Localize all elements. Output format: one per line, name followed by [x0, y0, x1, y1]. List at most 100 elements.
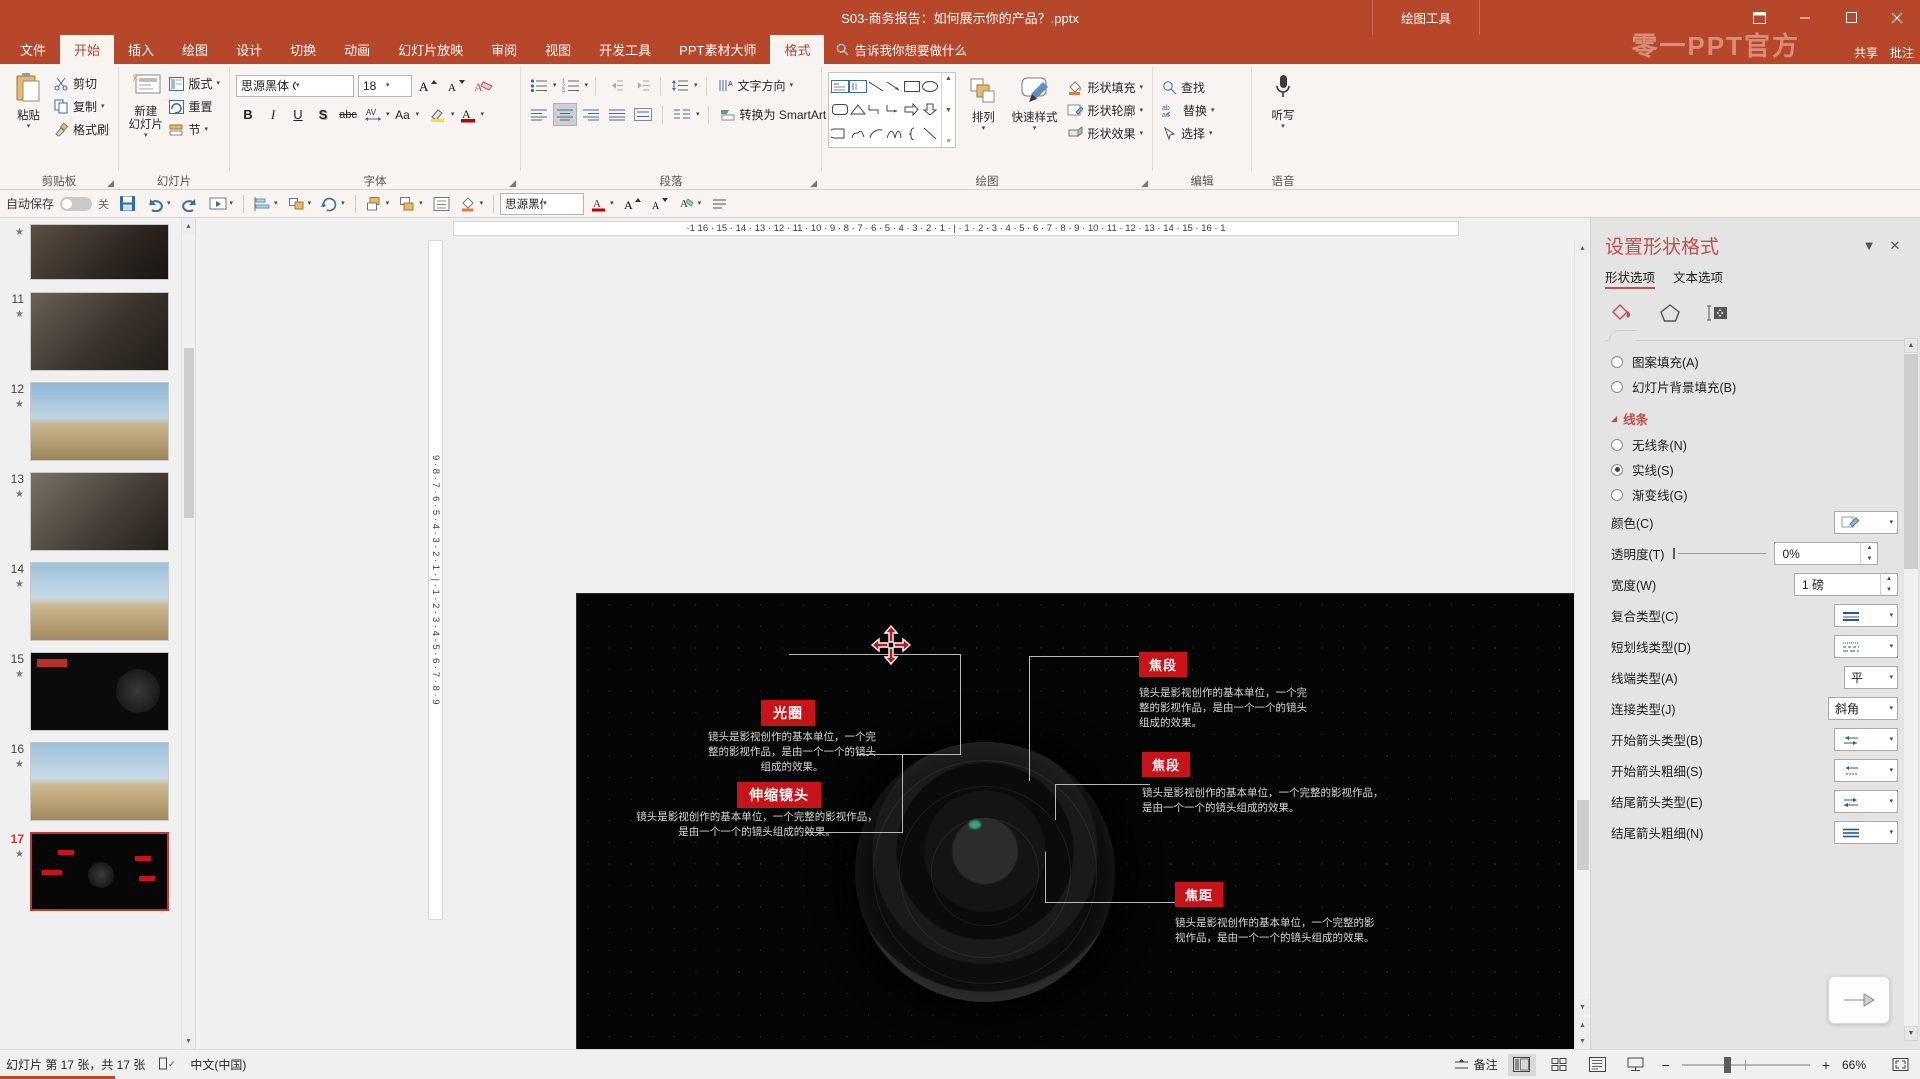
radio-button-selected[interactable] [1611, 463, 1623, 476]
editor-scroll-thumb[interactable] [1577, 800, 1589, 870]
distribute-button[interactable] [631, 103, 655, 126]
tell-me-search[interactable]: 告诉我你想要做什么 [836, 40, 967, 64]
expand-triangle-icon[interactable]: ◢ [1611, 414, 1617, 423]
shape-rectangle[interactable] [903, 75, 921, 98]
tab-design[interactable]: 设计 [222, 35, 276, 64]
tab-slideshow[interactable]: 幻灯片放映 [384, 35, 477, 64]
spell-check-icon[interactable]: ✓ [159, 1056, 176, 1074]
thumbnail-image[interactable] [30, 224, 169, 280]
shape-curve[interactable] [885, 122, 903, 145]
chevron-down-icon[interactable]: ▾ [296, 82, 351, 89]
scroll-up-icon[interactable]: ▲ [945, 75, 952, 82]
shapes-gallery[interactable]: ▲ ▼ ≡ [828, 72, 956, 148]
layout-size-icon[interactable] [1705, 301, 1731, 325]
chevron-down-icon[interactable]: ▼ [945, 107, 952, 114]
select-button[interactable]: 选择 ▾ [1159, 122, 1218, 145]
begin-arrow-type-picker[interactable]: ▾ [1834, 728, 1898, 751]
scroll-down-icon[interactable]: ▼ [1904, 1026, 1918, 1041]
spinner-up-icon[interactable]: ▲ [1861, 543, 1877, 554]
bring-forward-button[interactable]: ▾ [362, 192, 394, 216]
zoom-slider-handle[interactable] [1723, 1056, 1731, 1073]
line-option-none[interactable]: 无线条(N) [1611, 432, 1898, 457]
list-item[interactable]: 11 ★ [6, 292, 181, 372]
chevron-down-icon[interactable]: ▾ [698, 200, 702, 207]
align-objects-button[interactable]: ▾ [250, 192, 282, 216]
tab-shape-options[interactable]: 形状选项 [1605, 267, 1656, 289]
tab-developer[interactable]: 开发工具 [585, 35, 665, 64]
fit-to-window-button[interactable] [1886, 1054, 1914, 1076]
align-right-button[interactable] [579, 103, 603, 126]
pentagon-effects-icon[interactable] [1657, 301, 1683, 325]
chevron-down-icon[interactable]: ▾ [696, 111, 700, 118]
tab-file[interactable]: 文件 [6, 35, 60, 64]
end-arrow-size-picker[interactable]: ▾ [1834, 821, 1898, 844]
shape-line[interactable] [867, 75, 885, 98]
chevron-down-icon[interactable]: ▾ [308, 200, 312, 207]
normal-view-button[interactable] [1507, 1053, 1536, 1076]
zoom-level-label[interactable]: 66% [1842, 1058, 1876, 1072]
close-button[interactable] [1874, 0, 1920, 35]
align-center-button[interactable] [553, 103, 577, 126]
chevron-down-icon[interactable]: ▾ [1139, 84, 1143, 91]
chevron-down-icon[interactable]: ▾ [982, 125, 986, 132]
thumbnail-image-current[interactable] [30, 832, 169, 911]
new-slide-button[interactable]: 新建 幻灯片 ▾ [125, 68, 166, 139]
notes-button[interactable]: 备注 [1454, 1056, 1498, 1073]
slide-thumbnail-pane[interactable]: ★ 11 ★ 12 ★ 13 ★ 14 ★ 15 ★ 16 ★ 17 ★ ▲ ▼ [0, 218, 196, 1049]
pane-options-chevron-icon[interactable]: ▼ [1856, 238, 1882, 253]
chevron-down-icon[interactable]: ▾ [416, 111, 420, 118]
chevron-down-icon[interactable]: ▾ [1889, 798, 1893, 805]
align-left-button[interactable] [527, 103, 551, 126]
shape-effects-button[interactable]: 形状效果 ▾ [1064, 122, 1146, 145]
undo-button[interactable]: ▾ [142, 192, 175, 216]
spinner-buttons[interactable]: ▲ ▼ [1880, 574, 1897, 595]
tab-view[interactable]: 视图 [531, 35, 585, 64]
slide-canvas[interactable]: 光圈 镜头是影视创作的基本单位，一个完 整的影视作品，是由一个一个的镜头 组成的… [576, 593, 1586, 1049]
arrow-size-flyout-preview[interactable] [1828, 976, 1890, 1024]
increase-font-size-button[interactable]: A [416, 74, 440, 97]
list-item[interactable]: 12 ★ [6, 382, 181, 462]
more-shapes-icon[interactable]: ≡ [946, 138, 950, 145]
callout-tag-zoom-lens[interactable]: 伸缩镜头 [737, 782, 821, 808]
callout-tag-aperture[interactable]: 光圈 [761, 700, 815, 726]
dash-type-picker[interactable]: ▾ [1834, 635, 1898, 658]
rotate-objects-button[interactable]: ▾ [317, 192, 349, 216]
tab-ppt-asset-master[interactable]: PPT素材大师 [665, 35, 770, 64]
chevron-down-icon[interactable]: ▾ [543, 200, 581, 207]
increase-font-quick-button[interactable]: A [620, 192, 645, 216]
list-item[interactable]: 15 ★ [6, 652, 181, 732]
chevron-down-icon[interactable]: ▾ [216, 80, 220, 87]
drawing-dialog-launcher[interactable]: ◢ [1141, 178, 1148, 189]
chevron-down-icon[interactable]: ▾ [790, 82, 794, 89]
spinner-down-icon[interactable]: ▼ [1881, 585, 1897, 596]
tab-home[interactable]: 开始 [60, 35, 115, 64]
font-color-button[interactable]: A [456, 103, 480, 126]
chevron-down-icon[interactable]: ▾ [1033, 125, 1037, 132]
radio-button[interactable] [1611, 355, 1623, 368]
scroll-down-icon[interactable]: ▼ [182, 1033, 195, 1049]
line-color-picker[interactable]: ▾ [1834, 511, 1898, 534]
line-spacing-quick-button[interactable] [707, 192, 732, 216]
decrease-font-size-button[interactable]: A [444, 74, 468, 97]
shape-down-arrow[interactable] [921, 98, 939, 121]
list-item[interactable]: 14 ★ [6, 562, 181, 642]
columns-button[interactable] [670, 103, 694, 126]
maximize-button[interactable] [1828, 0, 1874, 35]
numbering-button[interactable]: 123 [559, 74, 583, 97]
chevron-down-icon[interactable]: ▾ [1211, 107, 1215, 114]
thumbnail-image[interactable] [30, 382, 169, 461]
section-button[interactable]: 节 ▾ [166, 118, 223, 141]
find-button[interactable]: 查找 [1159, 76, 1218, 99]
start-slideshow-button[interactable]: ▾ [205, 192, 238, 216]
chevron-down-icon[interactable]: ▾ [694, 82, 698, 89]
callout-tag-focal-range-top[interactable]: 焦段 [1139, 652, 1188, 677]
chevron-down-icon[interactable]: ▾ [1889, 705, 1893, 712]
line-option-gradient[interactable]: 渐变线(G) [1611, 482, 1898, 507]
callout-body-focal-range-mid[interactable]: 镜头是影视创作的基本单位，一个完整的影视作品， 是由一个一个的镜头组成的效果。 [1142, 786, 1422, 816]
chevron-down-icon[interactable]: ▾ [386, 200, 390, 207]
slide-sorter-button[interactable] [1546, 1054, 1574, 1076]
shape-fill-button[interactable]: 形状填充 ▾ [1064, 76, 1146, 99]
end-arrow-type-picker[interactable]: ▾ [1834, 790, 1898, 813]
shapes-gallery-scrollbar[interactable]: ▲ ▼ ≡ [941, 73, 955, 147]
fill-option-slide-background[interactable]: 幻灯片背景填充(B) [1611, 374, 1898, 399]
